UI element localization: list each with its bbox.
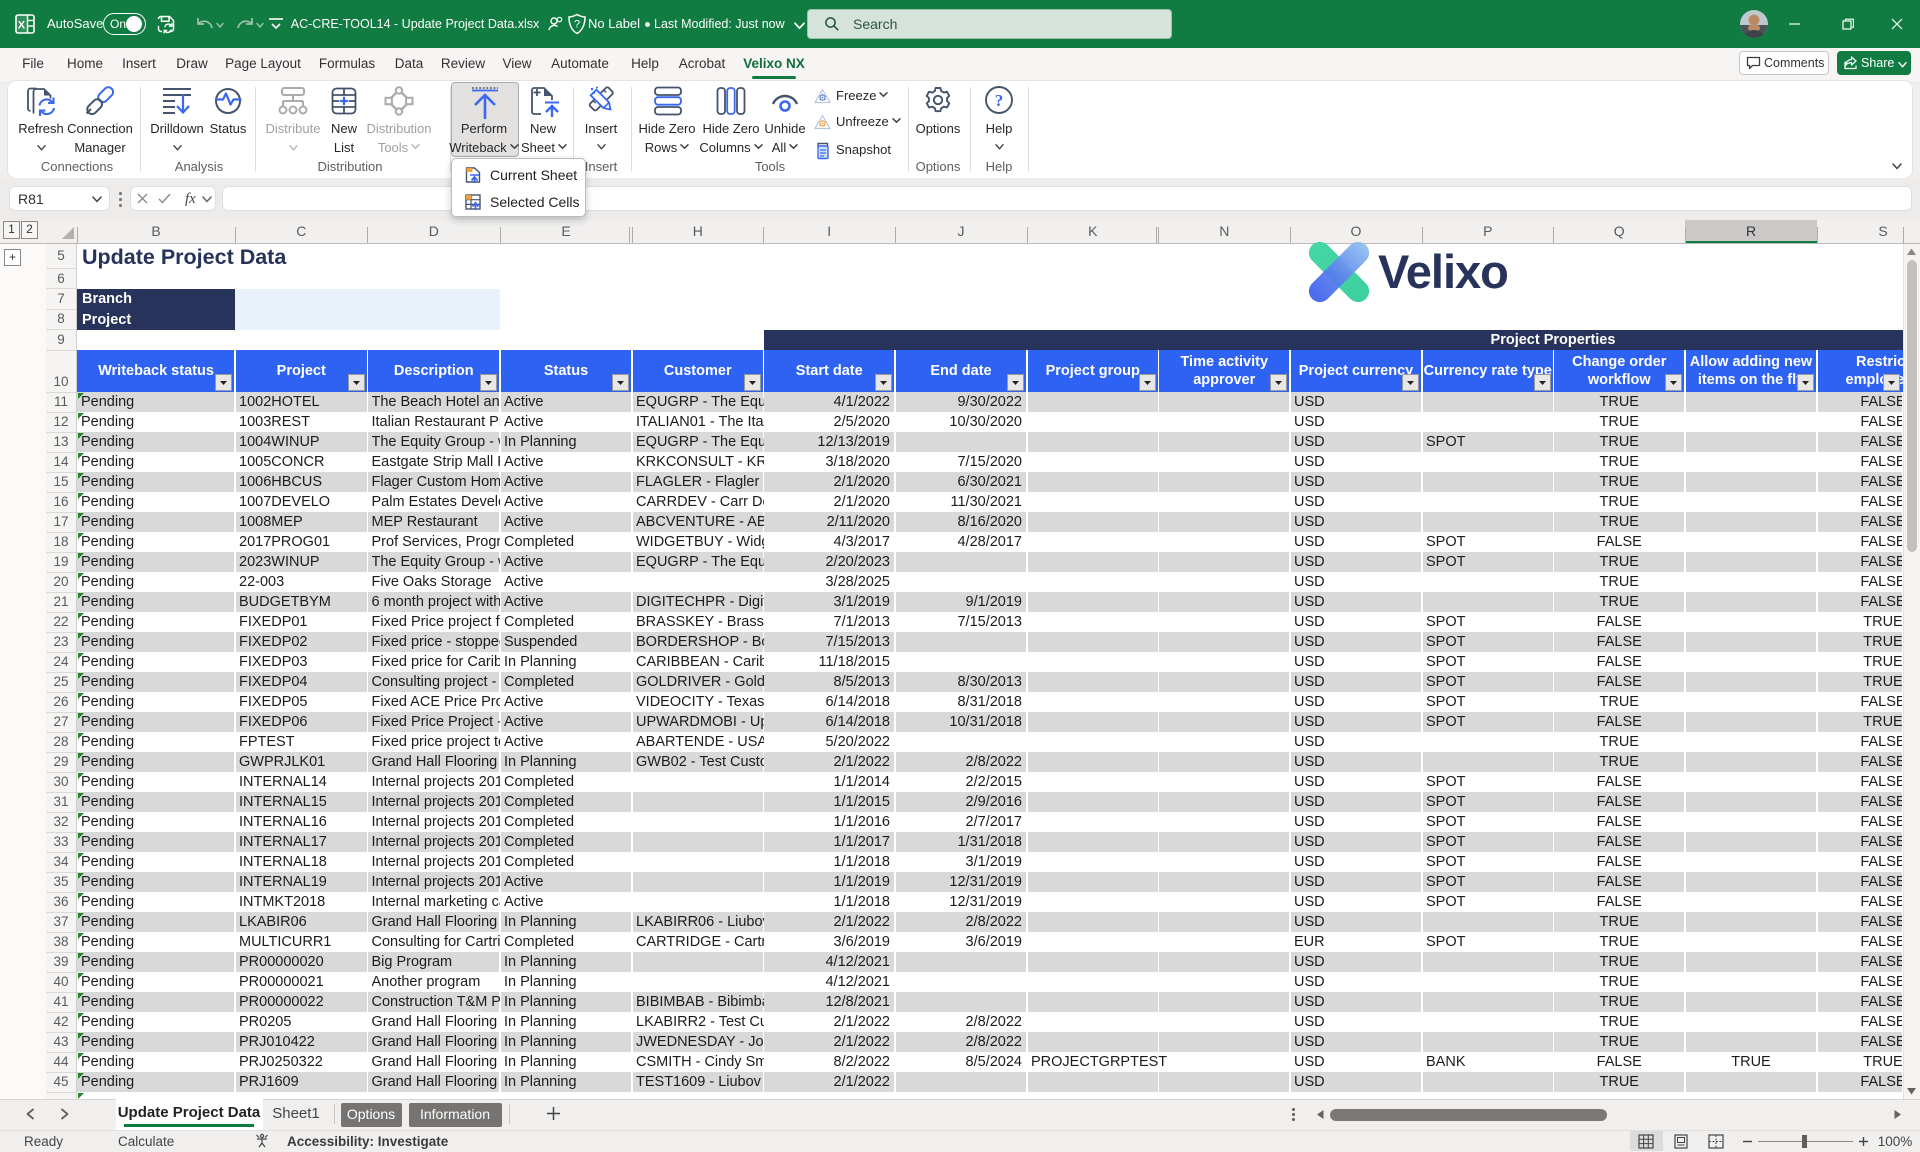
svg-text:X: X bbox=[18, 20, 26, 32]
svg-text:?: ? bbox=[995, 91, 1004, 110]
svg-text:?: ? bbox=[574, 19, 580, 31]
